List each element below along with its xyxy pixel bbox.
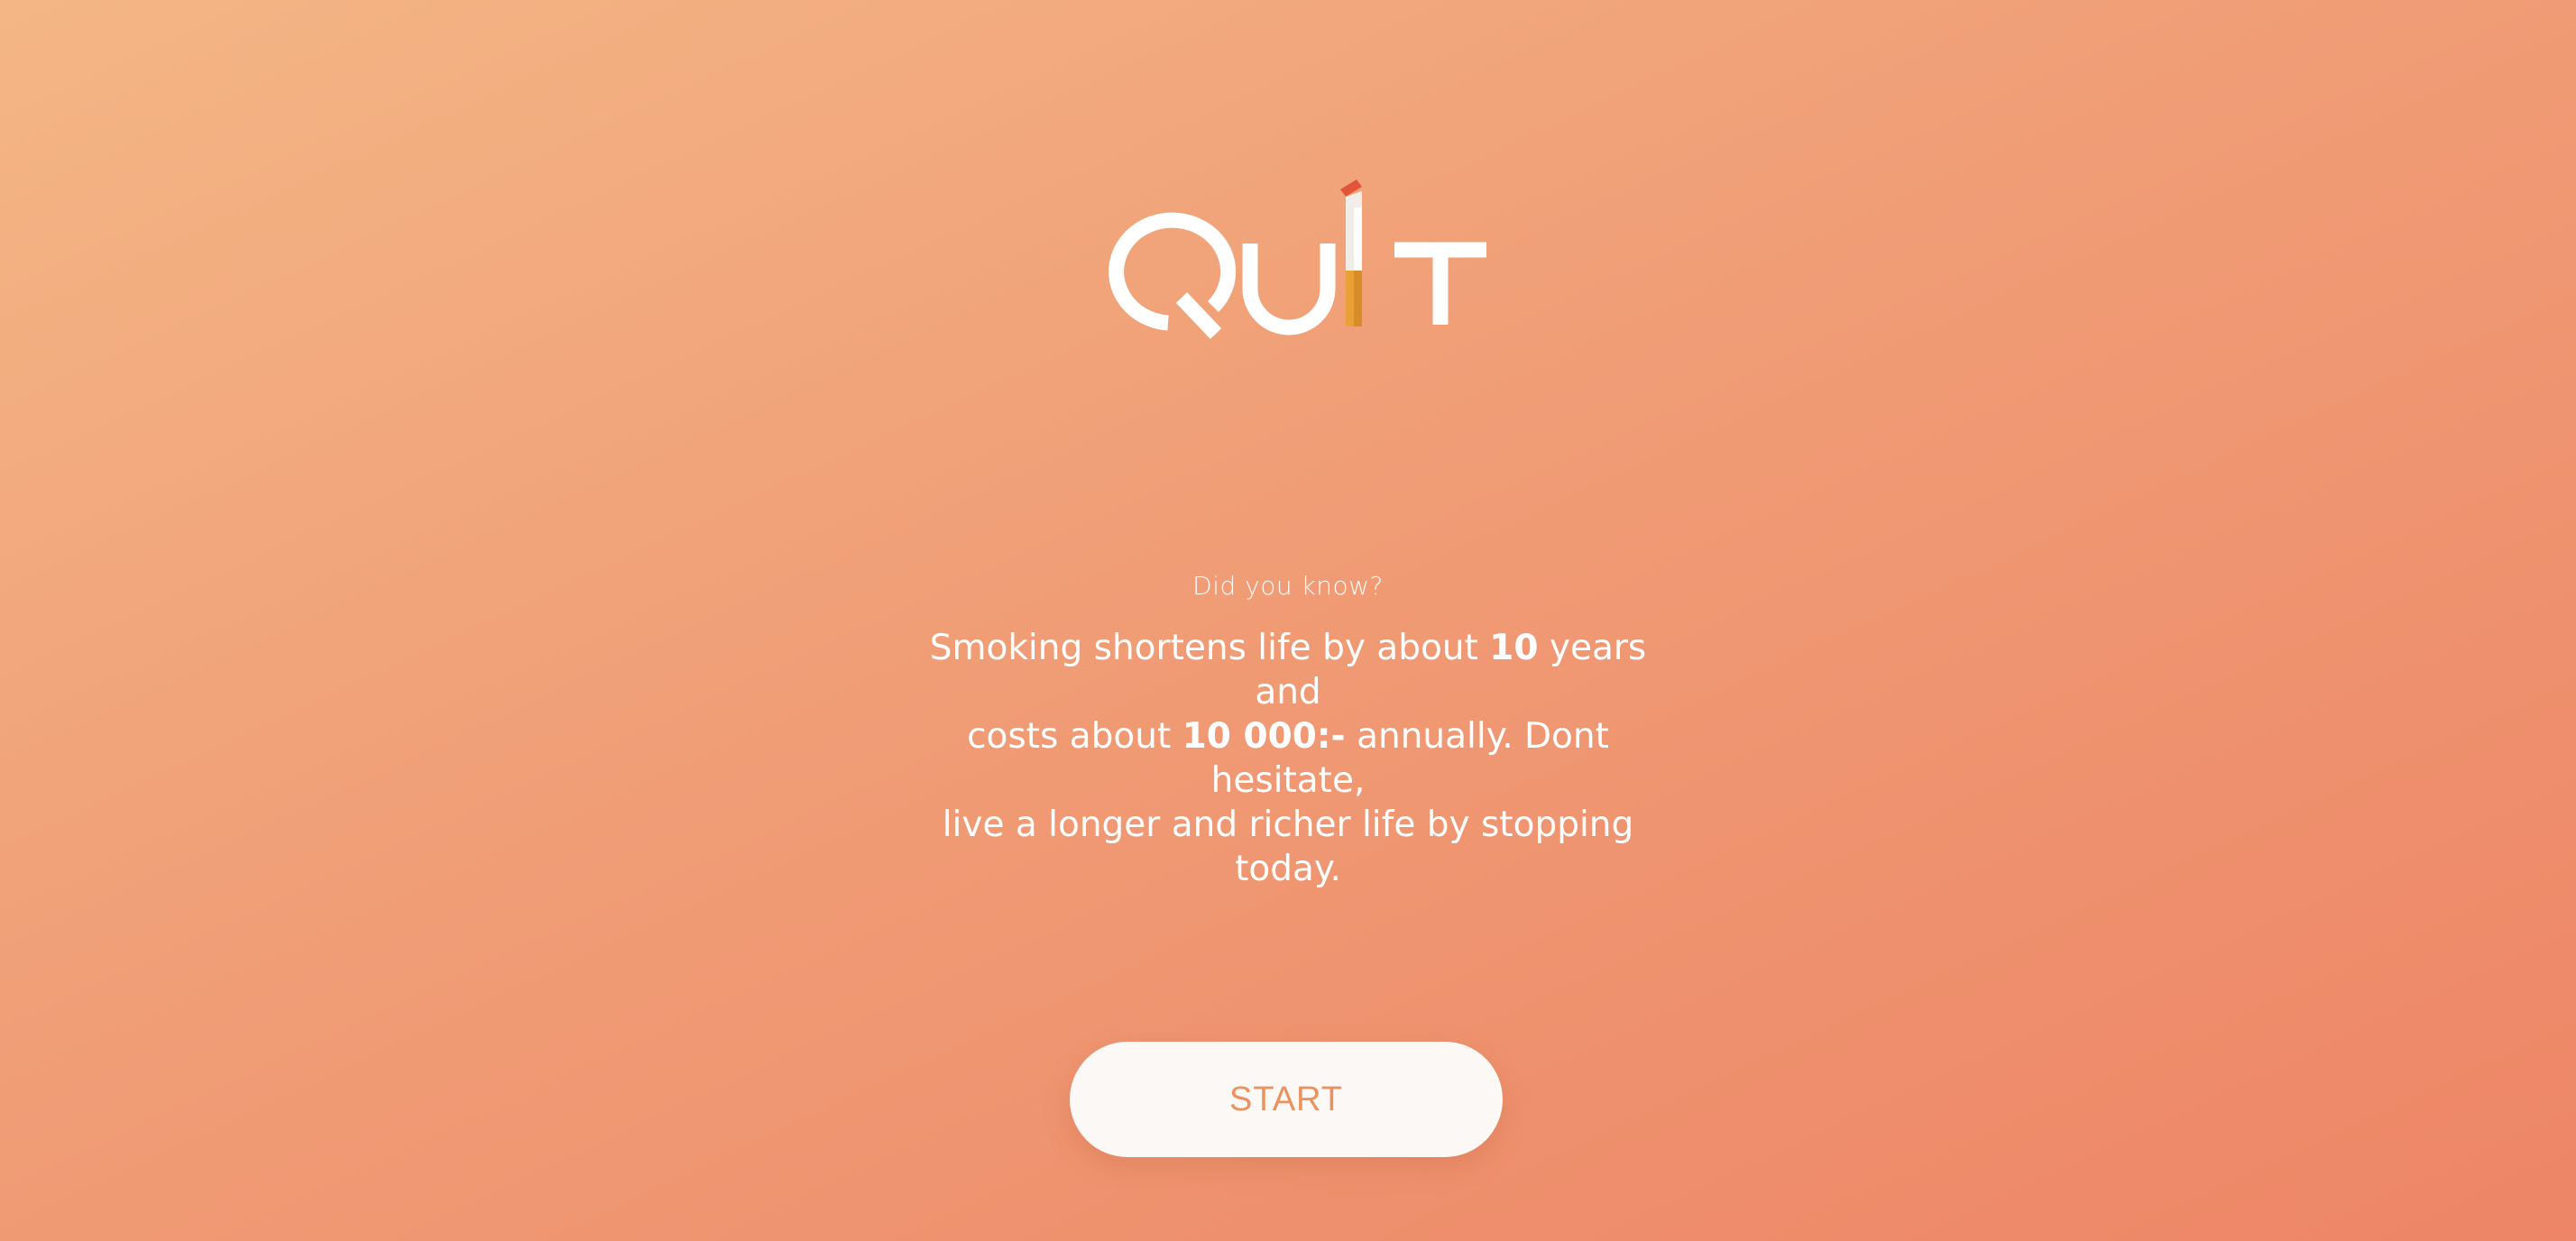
quit-logo-image: [1109, 179, 1486, 339]
did-you-know-section: Did you know? Smoking shortens life by a…: [0, 566, 2576, 891]
fact-line-2: costs about 10 000:- annually. Dont hesi…: [967, 716, 1609, 801]
start-button[interactable]: START: [1070, 1042, 1503, 1157]
did-you-know-heading: Did you know?: [1192, 571, 1384, 601]
logo-letter-q: [1109, 212, 1237, 331]
logo-letter-u: [1242, 244, 1336, 336]
cigarette-icon: [1340, 179, 1362, 326]
quit-logo: [1082, 171, 1497, 352]
smoking-fact-text: Smoking shortens life by about 10 years …: [891, 626, 1685, 891]
logo-letter-t: [1394, 242, 1486, 325]
cost-highlight: 10 000:-: [1182, 716, 1346, 757]
years-highlight: 10: [1489, 628, 1539, 668]
fact-line-1: Smoking shortens life by about 10 years …: [929, 628, 1647, 712]
fact-line-3: live a longer and richer life by stoppin…: [942, 804, 1634, 889]
